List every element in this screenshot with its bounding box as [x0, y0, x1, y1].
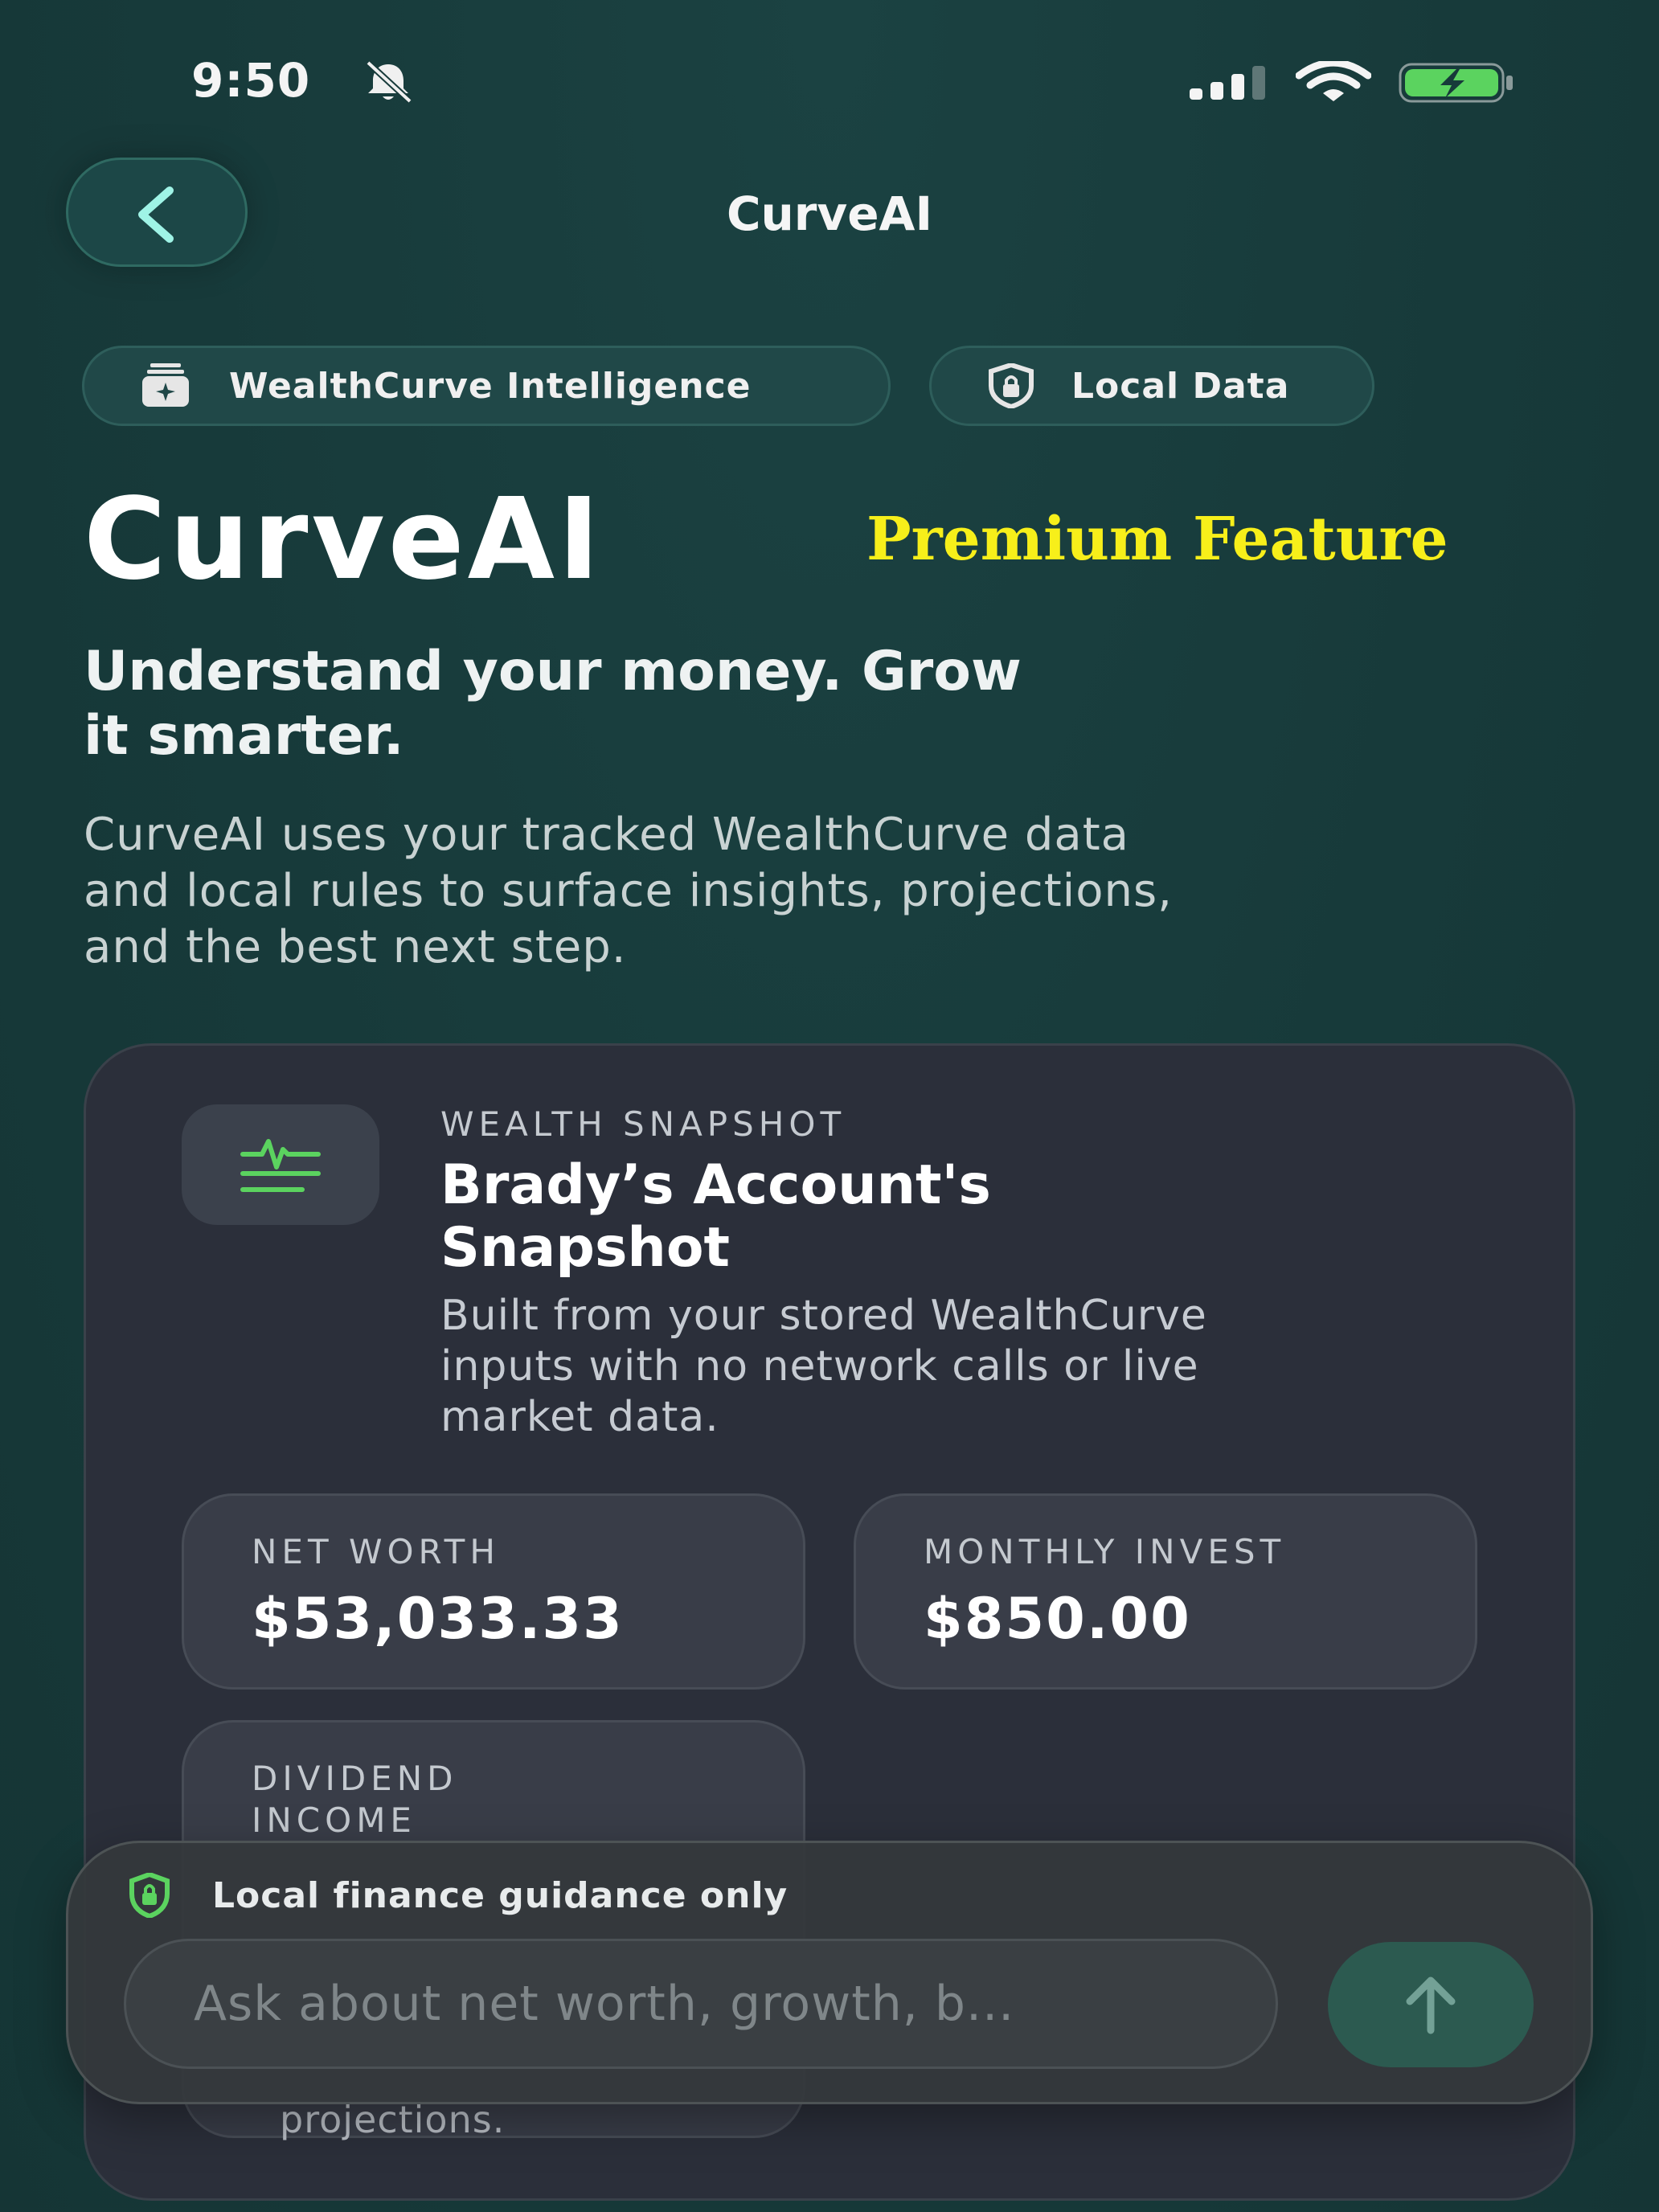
snapshot-title-line: Snapshot	[440, 1216, 731, 1280]
curveai-screen: 9:50 CurveAI WealthCurve Intelligence Lo…	[0, 0, 1659, 2212]
battery-charging-icon	[1399, 63, 1513, 103]
snapshot-description-line: market data.	[440, 1393, 719, 1441]
ask-input[interactable]	[124, 1939, 1278, 2069]
cellular-signal-icon	[1190, 66, 1265, 100]
lock-shield-icon	[989, 363, 1034, 408]
hero-description-line: and the best next step.	[84, 921, 627, 973]
bell-off-icon	[366, 60, 412, 104]
snapshot-title: Brady’s Account's Snapshot	[440, 1154, 1485, 1280]
snapshot-eyebrow: WEALTH SNAPSHOT	[440, 1104, 846, 1144]
hero-headline-line: it smarter.	[84, 704, 404, 768]
snapshot-title-line: Brady’s Account's	[440, 1153, 991, 1217]
chip-label: Local Data	[1071, 365, 1290, 407]
hero-headline: Understand your money. Grow it smarter.	[84, 640, 1337, 768]
hero-description-line: and local rules to surface insights, pro…	[84, 865, 1173, 917]
status-time: 9:50	[191, 53, 311, 108]
stat-monthly-invest: MONTHLY INVEST $850.00	[854, 1493, 1477, 1690]
hero-headline-line: Understand your money. Grow	[84, 640, 1022, 703]
snapshot-description-line: Built from your stored WealthCurve	[440, 1292, 1207, 1340]
snapshot-description-line: inputs with no network calls or live	[440, 1342, 1199, 1391]
send-button[interactable]	[1328, 1942, 1534, 2067]
chip-local-data[interactable]: Local Data	[929, 346, 1374, 426]
composer-note-text: Local finance guidance only	[212, 1874, 789, 1916]
stat-label: NET WORTH	[252, 1532, 500, 1571]
nav-title: CurveAI	[726, 186, 933, 241]
hero-title: CurveAI	[84, 474, 604, 605]
lock-shield-icon	[129, 1873, 170, 1918]
snapshot-description: Built from your stored WealthCurve input…	[440, 1291, 1485, 1443]
arrow-up-icon	[1406, 1976, 1456, 2034]
composer-note: Local finance guidance only	[127, 1873, 788, 1918]
snapshot-icon-tile	[182, 1104, 379, 1225]
stat-net-worth: NET WORTH $53,033.33	[182, 1493, 805, 1690]
chip-wealthcurve-intelligence[interactable]: WealthCurve Intelligence	[82, 346, 891, 426]
stat-value: $850.00	[924, 1586, 1191, 1652]
wifi-icon	[1296, 61, 1371, 101]
stat-label: MONTHLY INVEST	[924, 1532, 1286, 1571]
sparkle-box-icon	[142, 363, 189, 407]
chip-label: WealthCurve Intelligence	[229, 365, 752, 407]
hero-description-line: CurveAI uses your tracked WealthCurve da…	[84, 809, 1129, 861]
snapshot-tail-text: projections.	[280, 2098, 506, 2141]
stat-value: $53,033.33	[252, 1586, 624, 1652]
premium-feature-badge: Premium Feature	[866, 505, 1448, 574]
stat-label: DIVIDEND INCOME	[252, 1759, 458, 1840]
pulse-lines-icon	[240, 1139, 321, 1192]
hero-description: CurveAI uses your tracked WealthCurve da…	[84, 807, 1595, 976]
